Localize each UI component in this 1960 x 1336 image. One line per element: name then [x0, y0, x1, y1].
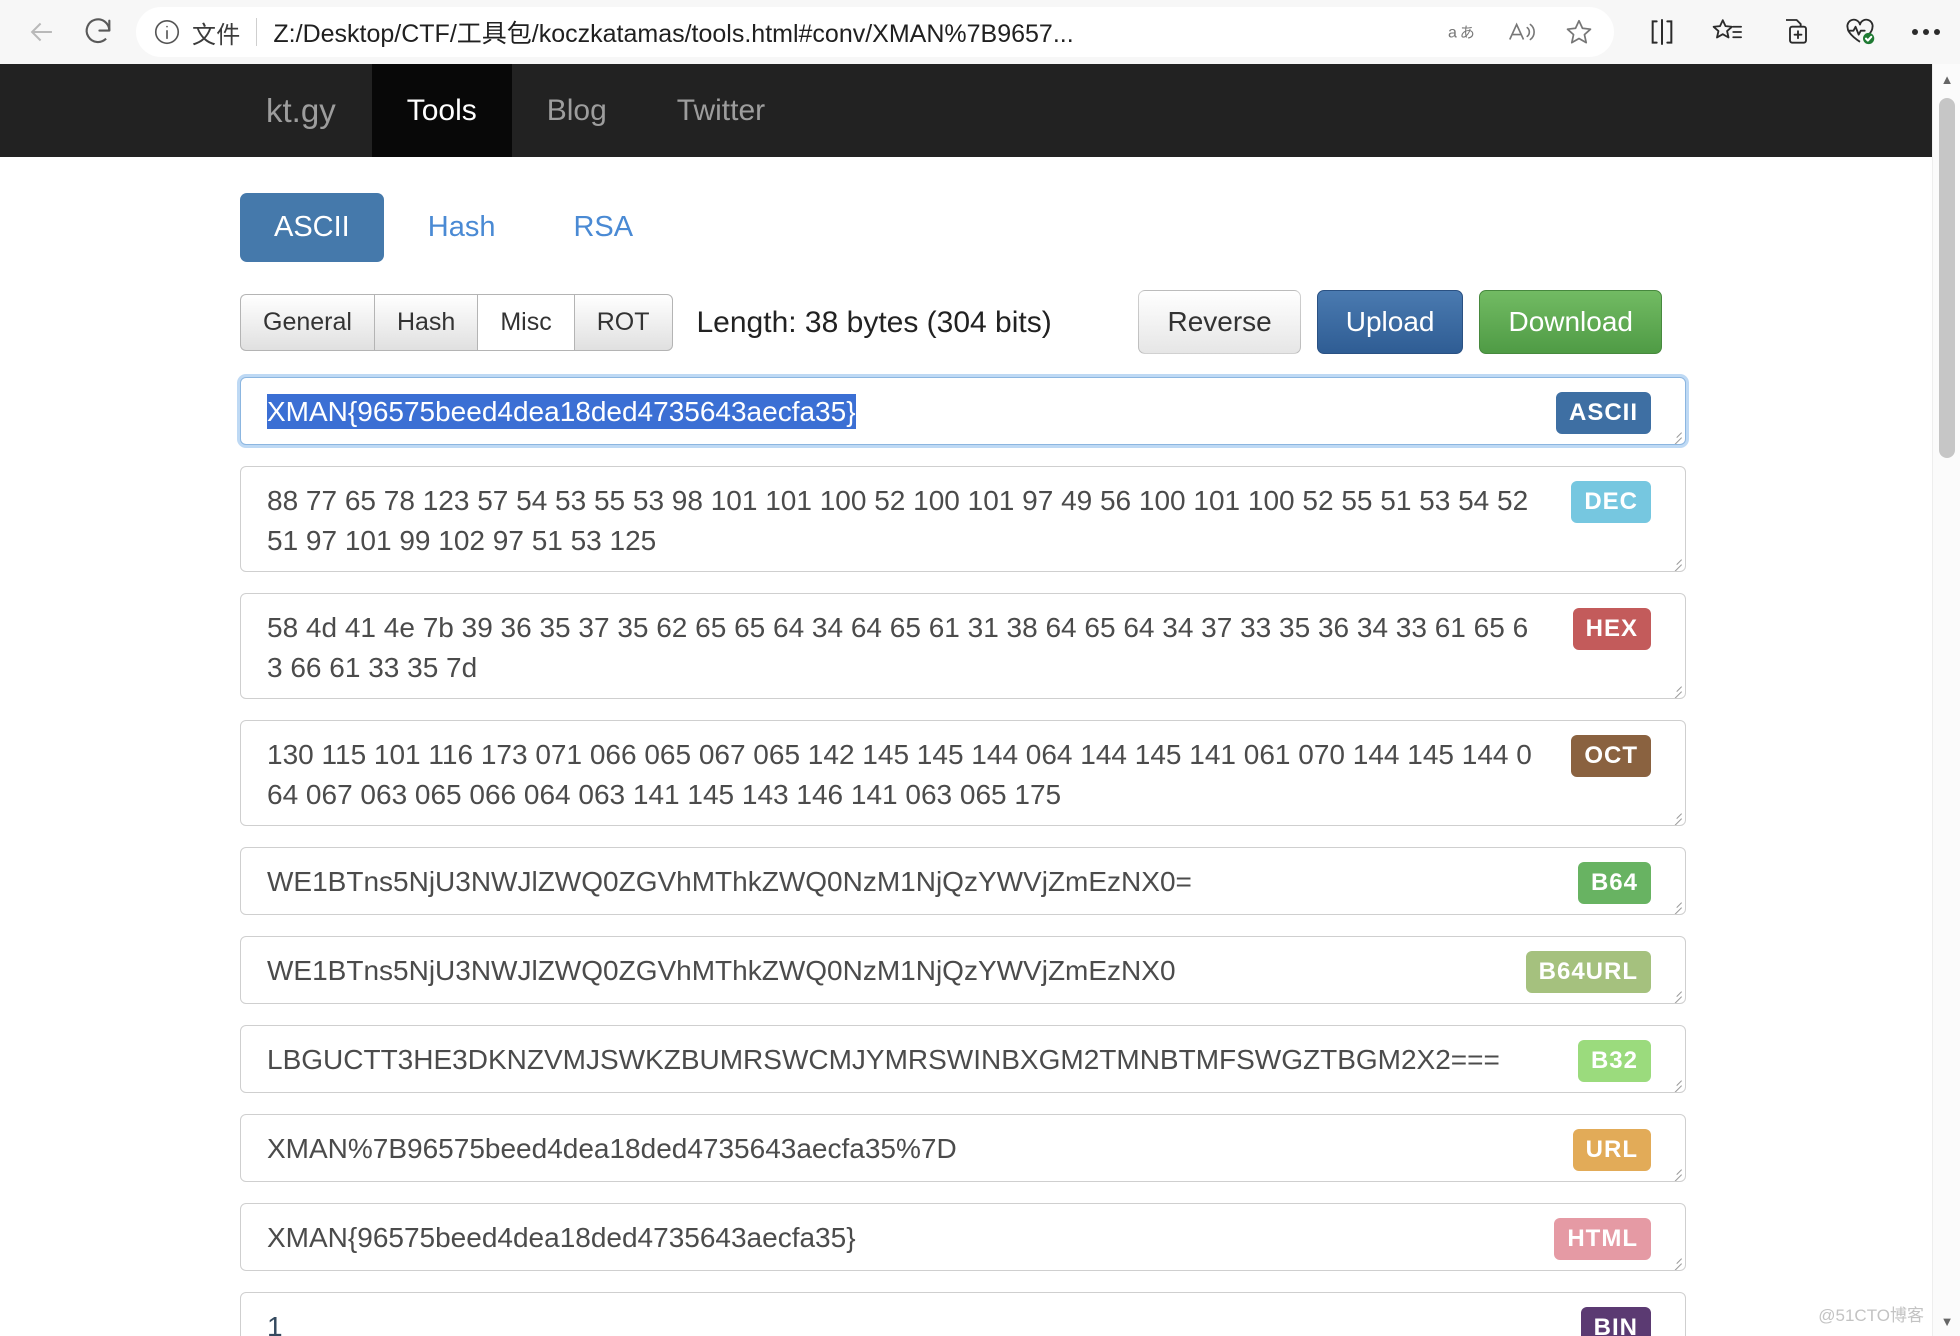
conversion-value-html[interactable]: XMAN{96575beed4dea18ded4735643aecfa35}: [241, 1204, 1685, 1266]
browser-toolbar: 文件 Z:/Desktop/CTF/工具包/koczkatamas/tools.…: [0, 0, 1960, 64]
conversion-value-oct[interactable]: 130 115 101 116 173 071 066 065 067 065 …: [241, 721, 1685, 823]
conversion-value-bin[interactable]: 1: [241, 1293, 1685, 1336]
format-badge-b32[interactable]: B32: [1578, 1040, 1651, 1082]
conversion-row-list: XMAN{96575beed4dea18ded4735643aecfa35} AS…: [0, 351, 1932, 1336]
reload-button[interactable]: [70, 4, 126, 60]
conversion-value-ascii[interactable]: XMAN{96575beed4dea18ded4735643aecfa35}: [241, 378, 1685, 440]
conversion-row-hex[interactable]: 58 4d 41 4e 7b 39 36 35 37 35 62 65 65 6…: [240, 593, 1686, 699]
category-rot-button[interactable]: ROT: [574, 294, 673, 351]
back-arrow-icon: [25, 15, 59, 49]
page-viewport: kt.gy Tools Blog Twitter ASCII Hash RSA …: [0, 64, 1960, 1336]
page-content: kt.gy Tools Blog Twitter ASCII Hash RSA …: [0, 64, 1932, 1336]
scroll-up-arrow-icon[interactable]: ▲: [1933, 64, 1960, 94]
nav-item-twitter[interactable]: Twitter: [642, 64, 800, 157]
svg-text:a: a: [1448, 23, 1457, 41]
browser-essentials-heart-icon[interactable]: [1840, 12, 1880, 52]
address-bar[interactable]: 文件 Z:/Desktop/CTF/工具包/koczkatamas/tools.…: [136, 7, 1614, 57]
format-badge-b64[interactable]: B64: [1578, 862, 1651, 904]
scroll-down-arrow-icon[interactable]: ▼: [1933, 1306, 1960, 1336]
read-aloud-icon[interactable]: [1502, 13, 1540, 51]
tool-tab-bar: ASCII Hash RSA: [0, 157, 1932, 262]
nav-item-blog[interactable]: Blog: [512, 64, 642, 157]
add-page-icon[interactable]: [1774, 12, 1814, 52]
tab-ascii[interactable]: ASCII: [240, 193, 384, 262]
download-button[interactable]: Download: [1479, 290, 1662, 354]
tab-rsa[interactable]: RSA: [539, 193, 667, 262]
conversion-value-b64[interactable]: WE1BTns5NjU3NWJlZWQ0ZGVhMThkZWQ0NzM1NjQz…: [241, 848, 1685, 910]
format-badge-html[interactable]: HTML: [1554, 1218, 1651, 1260]
reverse-button[interactable]: Reverse: [1138, 290, 1300, 354]
site-brand[interactable]: kt.gy: [230, 64, 372, 157]
format-badge-url[interactable]: URL: [1573, 1129, 1651, 1171]
format-badge-ascii[interactable]: ASCII: [1556, 392, 1651, 434]
conversion-value-hex[interactable]: 58 4d 41 4e 7b 39 36 35 37 35 62 65 65 6…: [241, 594, 1685, 696]
category-button-group: General Hash Misc ROT: [240, 294, 673, 351]
toolbar-actions: Reverse Upload Download: [1138, 290, 1662, 354]
conversion-value-dec[interactable]: 88 77 65 78 123 57 54 53 55 53 98 101 10…: [241, 467, 1685, 569]
conversion-row-b32[interactable]: LBGUCTT3HE3DKNZVMJSWKZBUMRSWCMJYMRSWINBX…: [240, 1025, 1686, 1093]
split-screen-icon[interactable]: [1642, 12, 1682, 52]
format-badge-b64url[interactable]: B64URL: [1526, 951, 1651, 993]
length-label: Length: 38 bytes (304 bits): [697, 306, 1052, 340]
format-badge-bin[interactable]: BIN: [1581, 1307, 1651, 1336]
site-navbar: kt.gy Tools Blog Twitter: [0, 64, 1932, 157]
svg-text:あ: あ: [1460, 24, 1475, 41]
format-badge-hex[interactable]: HEX: [1573, 608, 1651, 650]
category-misc-button[interactable]: Misc: [477, 294, 573, 351]
translate-icon[interactable]: a あ: [1444, 13, 1482, 51]
conversion-row-html[interactable]: XMAN{96575beed4dea18ded4735643aecfa35}HT…: [240, 1203, 1686, 1271]
upload-button[interactable]: Upload: [1317, 290, 1464, 354]
address-divider: [256, 18, 257, 46]
format-badge-dec[interactable]: DEC: [1571, 481, 1651, 523]
conversion-toolbar: General Hash Misc ROT Length: 38 bytes (…: [0, 262, 1932, 351]
category-general-button[interactable]: General: [240, 294, 374, 351]
address-url-text[interactable]: Z:/Desktop/CTF/工具包/koczkatamas/tools.htm…: [273, 14, 1426, 50]
conversion-value-b32[interactable]: LBGUCTT3HE3DKNZVMJSWKZBUMRSWCMJYMRSWINBX…: [241, 1026, 1685, 1088]
conversion-value-b64url[interactable]: WE1BTns5NjU3NWJlZWQ0ZGVhMThkZWQ0NzM1NjQz…: [241, 937, 1685, 999]
info-circle-icon[interactable]: [152, 17, 182, 47]
conversion-value-url[interactable]: XMAN%7B96575beed4dea18ded4735643aecfa35%…: [241, 1115, 1685, 1177]
page-scrollbar[interactable]: ▲ ▼: [1932, 64, 1960, 1336]
tab-hash[interactable]: Hash: [394, 193, 530, 262]
watermark: @51CTO博客: [1818, 1301, 1924, 1326]
star-icon[interactable]: [1560, 13, 1598, 51]
conversion-row-dec[interactable]: 88 77 65 78 123 57 54 53 55 53 98 101 10…: [240, 466, 1686, 572]
scrollbar-thumb[interactable]: [1939, 98, 1955, 458]
collections-star-icon[interactable]: [1708, 12, 1748, 52]
category-hash-button[interactable]: Hash: [374, 294, 477, 351]
selected-text: XMAN{96575beed4dea18ded4735643aecfa35}: [267, 394, 856, 429]
conversion-row-url[interactable]: XMAN%7B96575beed4dea18ded4735643aecfa35%…: [240, 1114, 1686, 1182]
back-button[interactable]: [14, 4, 70, 60]
conversion-row-b64url[interactable]: WE1BTns5NjU3NWJlZWQ0ZGVhMThkZWQ0NzM1NjQz…: [240, 936, 1686, 1004]
nav-item-tools[interactable]: Tools: [372, 64, 512, 157]
conversion-row-ascii[interactable]: XMAN{96575beed4dea18ded4735643aecfa35} AS…: [240, 377, 1686, 445]
address-scheme-label: 文件: [192, 15, 240, 50]
more-options-icon[interactable]: [1906, 12, 1946, 52]
tool-panel: ASCII Hash RSA General Hash Misc ROT Len…: [0, 157, 1932, 1336]
conversion-row-b64[interactable]: WE1BTns5NjU3NWJlZWQ0ZGVhMThkZWQ0NzM1NjQz…: [240, 847, 1686, 915]
conversion-row-bin[interactable]: 1BIN: [240, 1292, 1686, 1336]
reload-icon: [81, 15, 115, 49]
format-badge-oct[interactable]: OCT: [1571, 735, 1651, 777]
conversion-row-oct[interactable]: 130 115 101 116 173 071 066 065 067 065 …: [240, 720, 1686, 826]
